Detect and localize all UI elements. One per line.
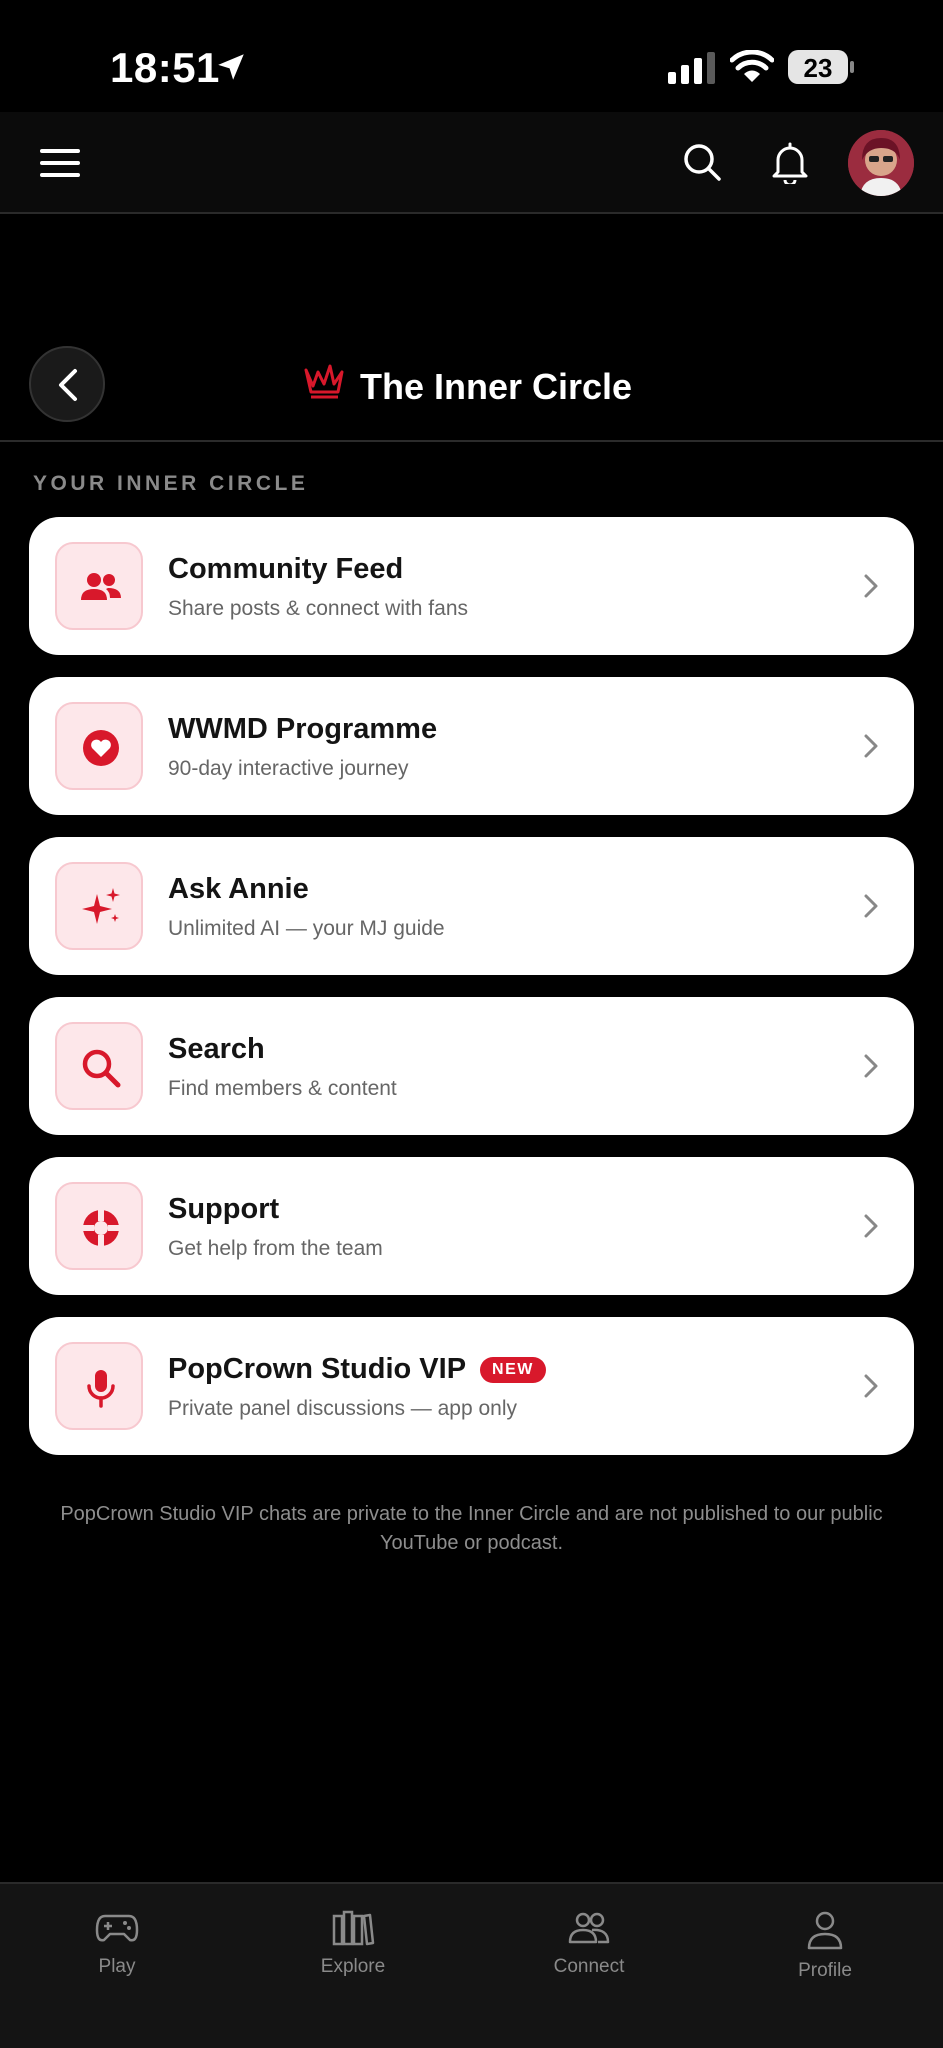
- card-popcrown-studio-vip[interactable]: PopCrown Studio VIP NEW Private panel dis…: [29, 1317, 914, 1455]
- card-community-feed[interactable]: Community Feed Share posts & connect wit…: [29, 517, 914, 655]
- card-support[interactable]: Support Get help from the team: [29, 1157, 914, 1295]
- card-title-text: PopCrown Studio VIP: [168, 1353, 467, 1385]
- page-title: The Inner Circle: [360, 366, 633, 407]
- new-badge: NEW: [480, 1357, 546, 1383]
- card-subtitle: Share posts & connect with fans: [168, 597, 468, 620]
- card-title: Support: [168, 1193, 280, 1225]
- nav-item-profile[interactable]: Profile: [755, 1910, 895, 1982]
- nav-item-explore[interactable]: Explore: [283, 1910, 423, 1978]
- search-icon: [82, 1049, 121, 1088]
- status-time: 18:51: [110, 44, 220, 91]
- hamburger-menu-icon[interactable]: [40, 146, 80, 180]
- nav-label: Explore: [320, 1956, 386, 1977]
- people-icon: [81, 573, 121, 600]
- card-title: WWMD Programme: [168, 713, 438, 745]
- chevron-right-icon: [864, 574, 878, 598]
- lifebuoy-icon: [83, 1210, 119, 1246]
- microphone-icon: [87, 1370, 115, 1408]
- user-avatar[interactable]: [848, 130, 914, 196]
- location-arrow-icon: [218, 54, 244, 80]
- chevron-right-icon: [864, 734, 878, 758]
- ask-annie-icon-tile: [55, 862, 143, 950]
- chevron-left-icon: [59, 369, 77, 401]
- card-subtitle: 90-day interactive journey: [168, 757, 409, 780]
- card-title: Search: [168, 1033, 265, 1065]
- cellular-signal-icon: [668, 52, 715, 84]
- gamepad-icon: [95, 1914, 139, 1942]
- card-title: Community Feed: [168, 553, 404, 585]
- wwmd-icon-tile: [55, 702, 143, 790]
- card-subtitle: Unlimited AI — your MJ guide: [168, 917, 445, 940]
- bottom-navigation: Play Explore Connect Profile: [0, 1882, 943, 2048]
- chevron-right-icon: [864, 1374, 878, 1398]
- card-wwmd-programme[interactable]: WWMD Programme 90-day interactive journe…: [29, 677, 914, 815]
- privacy-footnote: PopCrown Studio VIP chats are private to…: [60, 1503, 883, 1554]
- people-outline-icon: [568, 1912, 610, 1944]
- library-icon: [332, 1910, 375, 1946]
- nav-label: Play: [98, 1956, 136, 1977]
- nav-item-play[interactable]: Play: [47, 1910, 187, 1978]
- card-subtitle: Private panel discussions — app only: [168, 1397, 518, 1420]
- status-bar: 18:51 23: [0, 0, 943, 112]
- card-search[interactable]: Search Find members & content: [29, 997, 914, 1135]
- back-button[interactable]: [29, 346, 105, 422]
- card-title: Ask Annie: [168, 873, 309, 905]
- community-feed-icon-tile: [55, 542, 143, 630]
- section-label: YOUR INNER CIRCLE: [33, 472, 309, 495]
- notification-bell-icon[interactable]: [770, 140, 810, 184]
- nav-item-connect[interactable]: Connect: [519, 1910, 659, 1978]
- chevron-right-icon: [864, 1214, 878, 1238]
- battery-indicator: 23: [788, 50, 854, 84]
- top-app-bar: [0, 112, 943, 214]
- support-icon-tile: [55, 1182, 143, 1270]
- card-subtitle: Find members & content: [168, 1077, 397, 1100]
- search-icon-tile: [55, 1022, 143, 1110]
- wifi-icon: [730, 50, 774, 82]
- search-icon[interactable]: [682, 142, 722, 182]
- nav-label: Profile: [798, 1960, 852, 1981]
- sparkles-icon: [82, 888, 120, 924]
- card-subtitle: Get help from the team: [168, 1237, 383, 1260]
- page-header: The Inner Circle: [0, 334, 943, 442]
- nav-label: Connect: [553, 1956, 625, 1977]
- card-title: PopCrown Studio VIP NEW: [168, 1353, 546, 1386]
- battery-percent: 23: [803, 53, 833, 83]
- studio-vip-icon-tile: [55, 1342, 143, 1430]
- person-icon: [807, 1911, 843, 1950]
- chevron-right-icon: [864, 1054, 878, 1078]
- heart-icon: [83, 730, 119, 766]
- crown-logo-icon: [304, 364, 344, 399]
- card-ask-annie[interactable]: Ask Annie Unlimited AI — your MJ guide: [29, 837, 914, 975]
- chevron-right-icon: [864, 894, 878, 918]
